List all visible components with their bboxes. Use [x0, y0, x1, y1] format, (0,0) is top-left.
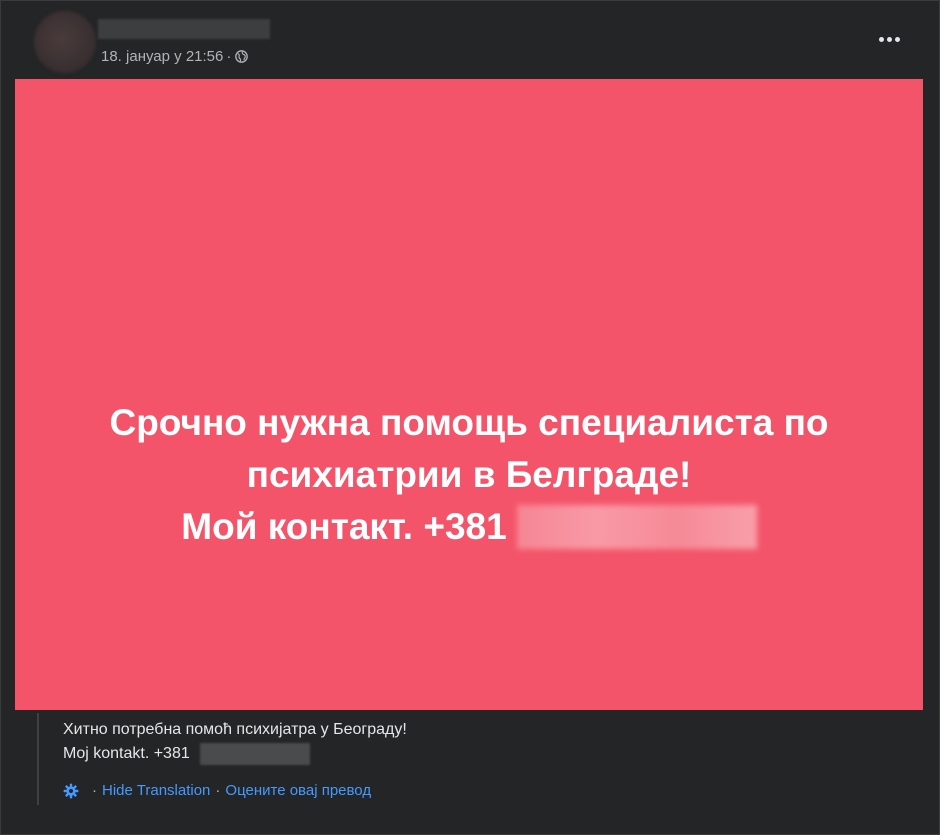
image-contact-line: Мой контакт. +381 [181, 501, 757, 553]
post-header: 18. јануар у 21:56 · [1, 1, 939, 79]
more-dot [886, 36, 892, 42]
post-timestamp[interactable]: 18. јануар у 21:56 [101, 48, 223, 65]
gear-icon[interactable] [63, 783, 79, 799]
translation-block: Хитно потребна помоћ психијатра у Београ… [37, 713, 923, 805]
image-text: Срочно нужна помощь специалиста по психи… [15, 397, 923, 553]
post-card: 18. јануар у 21:56 · Срочно нужна помощь… [0, 0, 940, 835]
phone-number-redacted [516, 505, 757, 549]
more-dot [878, 36, 884, 42]
translated-line2: Moj kontakt. +381 [63, 745, 190, 762]
globe-icon[interactable] [235, 49, 249, 63]
translated-phone-redacted [200, 742, 311, 765]
image-text-line1: Срочно нужна помощь специалиста по [109, 402, 829, 443]
image-text-line3: Мой контакт. +381 [181, 506, 507, 547]
translation-separator: · [92, 782, 97, 799]
post-image[interactable]: Срочно нужна помощь специалиста по психи… [15, 79, 923, 710]
hide-translation-link[interactable]: Hide Translation [102, 782, 210, 799]
avatar[interactable] [34, 11, 96, 73]
author-name-redacted[interactable] [98, 19, 270, 39]
more-dot [894, 36, 900, 42]
translated-line1: Хитно потребна помоћ психијатра у Београ… [63, 721, 407, 738]
rate-translation-link[interactable]: Оцените овај превод [225, 782, 371, 799]
translated-text: Хитно потребна помоћ психијатра у Београ… [63, 718, 923, 766]
translation-separator: · [215, 782, 221, 799]
translation-actions: · Hide Translation · Оцените овај превод [63, 782, 371, 799]
image-text-line2: психиатрии в Белграде! [246, 454, 692, 495]
meta-separator: · [226, 47, 232, 65]
post-meta: 18. јануар у 21:56 · [101, 46, 249, 66]
more-options-icon[interactable] [873, 27, 905, 51]
translated-contact-line: Moj kontakt. +381 [63, 742, 923, 766]
